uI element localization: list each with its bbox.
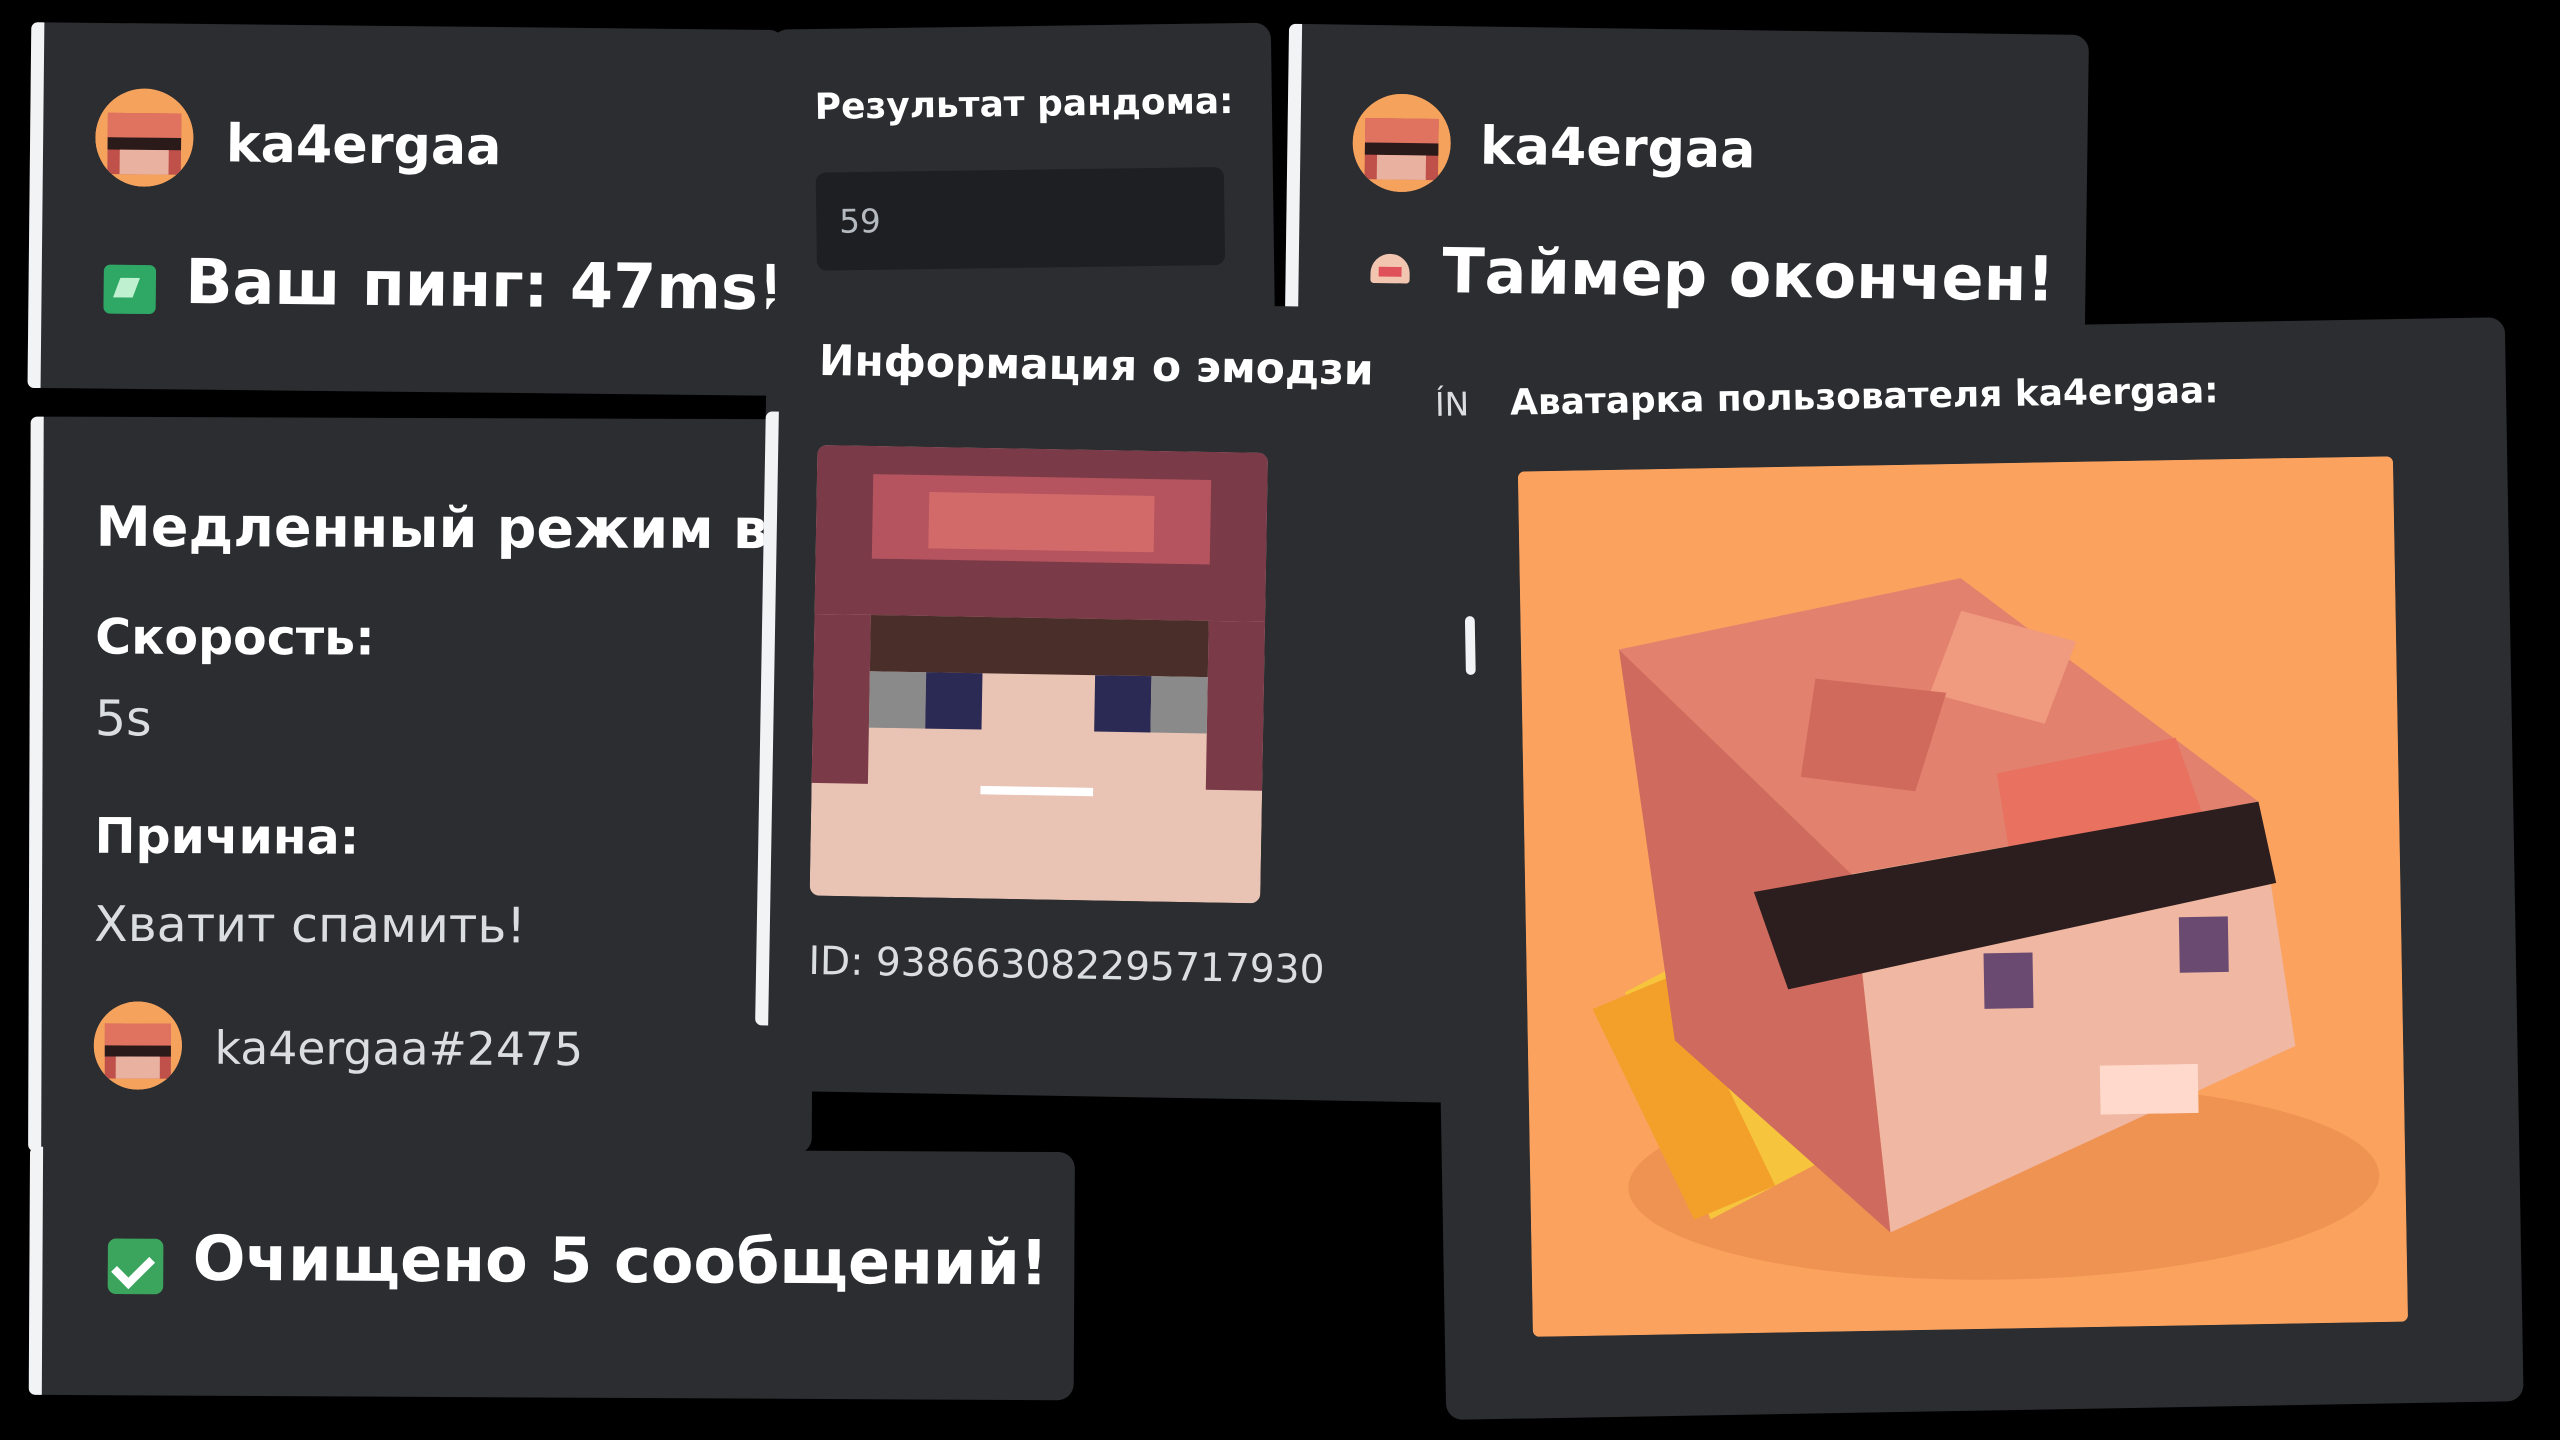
slowmode-title: Медленный режим вк (95, 495, 806, 563)
avatar-icon (1352, 93, 1452, 193)
timer-author[interactable]: ka4ergaa (1480, 115, 1756, 181)
ping-author[interactable]: ka4ergaa (226, 112, 502, 177)
emoji-id: ID: 938663082295717930 (808, 937, 1325, 993)
ping-message: Ваш пинг: 47ms! (184, 245, 787, 324)
speed-label: Скорость: (95, 609, 375, 668)
random-value: 59 (838, 201, 882, 241)
avatar[interactable] (93, 1001, 183, 1090)
check-mark-icon (107, 1238, 164, 1295)
timer-icon (1370, 253, 1410, 284)
reason-value: Хватит спамить! (94, 896, 526, 956)
slowmode-card: Медленный режим вк Скорость: 5s Причина:… (28, 416, 815, 1155)
avatar-3d-head (1517, 456, 2408, 1337)
emoji-face-icon (809, 445, 1269, 904)
random-label: Результат рандома: (814, 81, 1234, 129)
reason-label: Причина: (94, 808, 360, 867)
emoji-card: Информация о эмодзи ID: 9386630822957179… (753, 297, 1519, 1104)
slowmode-card-accent-bar (28, 416, 44, 1152)
emoji-pixel-face[interactable] (809, 445, 1269, 904)
ping-card-accent-bar (27, 22, 45, 389)
ping-signal-icon (103, 264, 157, 315)
avatar-card-accent-bar (1464, 616, 1476, 675)
collage-stage: ka4ergaa Ваш пинг: 47ms! Результат рандо… (0, 0, 2560, 1440)
avatar-peek-text: ÍN (1434, 384, 1470, 425)
speed-value: 5s (94, 691, 152, 749)
avatar-icon (94, 88, 194, 188)
avatar[interactable] (94, 88, 194, 188)
avatar[interactable] (1352, 93, 1452, 193)
clear-card: Очищено 5 сообщений! (28, 1146, 1075, 1401)
timer-message: Таймер окончен! (1441, 234, 2056, 316)
random-value-field[interactable]: 59 (815, 166, 1226, 271)
avatar-card: ÍN Аватарка пользователя ka4ergaa: (1427, 317, 2524, 1420)
clear-message: Очищено 5 сообщений! (192, 1222, 1049, 1299)
avatar-title: Аватарка пользователя ka4ergaa: (1509, 371, 2219, 425)
moderator-name[interactable]: ka4ergaa#2475 (214, 1021, 583, 1076)
clear-card-accent-bar (28, 1146, 44, 1395)
avatar-icon (93, 1001, 183, 1090)
ping-card: ka4ergaa Ваш пинг: 47ms! (27, 22, 787, 396)
emoji-title: Информация о эмодзи (818, 337, 1375, 396)
avatar-image[interactable] (1517, 456, 2408, 1337)
